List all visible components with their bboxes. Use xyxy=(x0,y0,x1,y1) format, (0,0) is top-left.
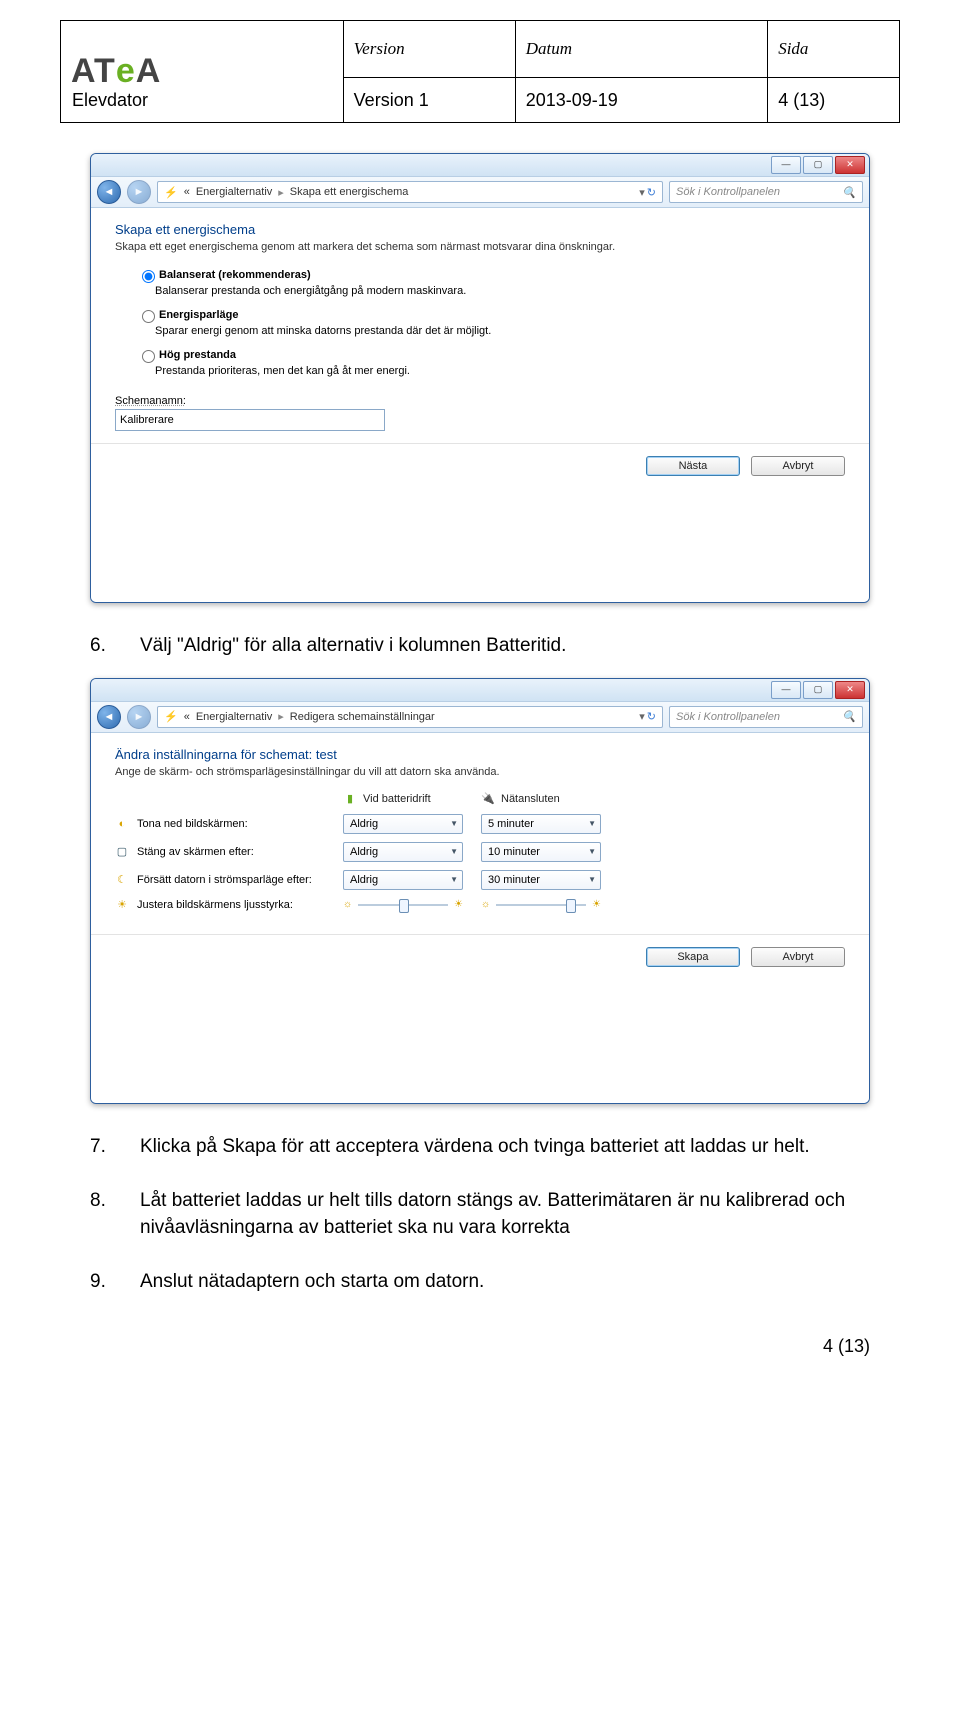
page-title: Skapa ett energischema xyxy=(115,222,845,237)
off-battery-combo[interactable]: Aldrig▼ xyxy=(343,842,463,862)
crumb-1: Energialternativ xyxy=(196,186,272,198)
cancel-button[interactable]: Avbryt xyxy=(751,947,845,967)
sun-low-icon: ☼ xyxy=(343,899,352,910)
step-7: 7. Klicka på Skapa för att acceptera vär… xyxy=(90,1134,870,1161)
search-input[interactable]: Sök i Kontrollpanelen 🔍 xyxy=(669,706,863,728)
maximize-button[interactable]: ▢ xyxy=(803,681,833,699)
nav-back-button[interactable]: ◄ xyxy=(97,180,121,204)
hdr-datum-label: Datum xyxy=(515,21,768,78)
row-off: ▢ Stäng av skärmen efter: xyxy=(115,845,325,859)
crumb-2: Redigera schemainställningar xyxy=(290,711,435,723)
address-bar: ◄ ► ⚡ « Energialternativ ▸ Skapa ett ene… xyxy=(91,176,869,208)
sun-high-icon: ☀ xyxy=(454,899,463,910)
search-input[interactable]: Sök i Kontrollpanelen 🔍 xyxy=(669,181,863,203)
search-icon: 🔍 xyxy=(842,710,856,723)
bright-ac-slider[interactable]: ☼ ☀ xyxy=(481,899,601,910)
dim-battery-combo[interactable]: Aldrig▼ xyxy=(343,814,463,834)
nav-forward-button[interactable]: ► xyxy=(127,705,151,729)
plan-name-input[interactable] xyxy=(115,409,385,431)
off-ac-combo[interactable]: 10 minuter▼ xyxy=(481,842,601,862)
plug-icon: 🔌 xyxy=(481,792,495,806)
titlebar: — ▢ ✕ xyxy=(91,679,869,701)
moon-icon: ☾ xyxy=(115,873,129,887)
search-icon: 🔍 xyxy=(842,186,856,199)
close-button[interactable]: ✕ xyxy=(835,156,865,174)
page-subtitle: Ange de skärm- och strömsparlägesinställ… xyxy=(115,766,845,778)
address-bar: ◄ ► ⚡ « Energialternativ ▸ Redigera sche… xyxy=(91,701,869,733)
nav-back-button[interactable]: ◄ xyxy=(97,705,121,729)
content-area: Ändra inställningarna för schemat: test … xyxy=(91,733,869,1103)
hdr-datum-value: 2013-09-19 xyxy=(515,78,768,123)
breadcrumb[interactable]: ⚡ « Energialternativ ▸ Skapa ett energis… xyxy=(157,181,663,203)
step-6: 6. Välj "Aldrig" för alla alternativ i k… xyxy=(90,633,870,660)
col-ac-header: 🔌 Nätansluten xyxy=(481,792,601,806)
step-8: 8. Låt batteriet laddas ur helt tills da… xyxy=(90,1188,870,1241)
next-button[interactable]: Nästa xyxy=(646,456,740,476)
breadcrumb[interactable]: ⚡ « Energialternativ ▸ Redigera schemain… xyxy=(157,706,663,728)
logo: ATeA xyxy=(71,52,161,91)
maximize-button[interactable]: ▢ xyxy=(803,156,833,174)
page-title: Ändra inställningarna för schemat: test xyxy=(115,747,845,762)
sun-low-icon: ☼ xyxy=(481,899,490,910)
dim-icon: ◐ xyxy=(115,817,129,831)
search-placeholder: Sök i Kontrollpanelen xyxy=(676,711,780,723)
col-battery-header: ▮ Vid batteridrift xyxy=(343,792,463,806)
row-sleep: ☾ Försätt datorn i strömsparläge efter: xyxy=(115,873,325,887)
page-number-footer: 4 (13) xyxy=(60,1336,870,1357)
titlebar: — ▢ ✕ xyxy=(91,154,869,176)
radio-powersave-desc: Sparar energi genom att minska datorns p… xyxy=(155,325,845,337)
brightness-icon: ☀ xyxy=(115,898,129,912)
hdr-sida-value: 4 (13) xyxy=(768,78,900,123)
sun-high-icon: ☀ xyxy=(592,899,601,910)
row-dim: ◐ Tona ned bildskärmen: xyxy=(115,817,325,831)
radio-highperf-desc: Prestanda prioriteras, men det kan gå åt… xyxy=(155,365,845,377)
row-bright: ☀ Justera bildskärmens ljusstyrka: xyxy=(115,898,325,912)
close-button[interactable]: ✕ xyxy=(835,681,865,699)
monitor-icon: ▢ xyxy=(115,845,129,859)
radio-balanced[interactable]: Balanserat (rekommenderas) xyxy=(137,269,311,281)
doc-header-table: ATeA Version Datum Sida Version 1 2013-0… xyxy=(60,20,900,123)
energy-icon: ⚡ xyxy=(164,710,178,723)
hdr-version-value: Version 1 xyxy=(343,78,515,123)
energy-icon: ⚡ xyxy=(164,186,178,199)
create-button[interactable]: Skapa xyxy=(646,947,740,967)
sleep-ac-combo[interactable]: 30 minuter▼ xyxy=(481,870,601,890)
hdr-version-label: Version xyxy=(343,21,515,78)
dim-ac-combo[interactable]: 5 minuter▼ xyxy=(481,814,601,834)
minimize-button[interactable]: — xyxy=(771,681,801,699)
nav-forward-button[interactable]: ► xyxy=(127,180,151,204)
hdr-sida-label: Sida xyxy=(768,21,900,78)
bright-battery-slider[interactable]: ☼ ☀ xyxy=(343,899,463,910)
crumb-1: Energialternativ xyxy=(196,711,272,723)
radio-balanced-desc: Balanserar prestanda och energiåtgång på… xyxy=(155,285,845,297)
minimize-button[interactable]: — xyxy=(771,156,801,174)
radio-highperf[interactable]: Hög prestanda xyxy=(137,349,236,361)
radio-powersave[interactable]: Energisparläge xyxy=(137,309,238,321)
step-9: 9. Anslut nätadaptern och starta om dato… xyxy=(90,1269,870,1296)
sleep-battery-combo[interactable]: Aldrig▼ xyxy=(343,870,463,890)
crumb-2: Skapa ett energischema xyxy=(290,186,409,198)
search-placeholder: Sök i Kontrollpanelen xyxy=(676,186,780,198)
content-area: Skapa ett energischema Skapa ett eget en… xyxy=(91,208,869,602)
window-create-plan: — ▢ ✕ ◄ ► ⚡ « Energialternativ ▸ Skapa e… xyxy=(90,153,870,603)
plan-name-label: Schemanamn: xyxy=(115,395,845,407)
page-subtitle: Skapa ett eget energischema genom att ma… xyxy=(115,241,845,253)
cancel-button[interactable]: Avbryt xyxy=(751,456,845,476)
battery-icon: ▮ xyxy=(343,792,357,806)
window-edit-plan: — ▢ ✕ ◄ ► ⚡ « Energialternativ ▸ Rediger… xyxy=(90,678,870,1104)
